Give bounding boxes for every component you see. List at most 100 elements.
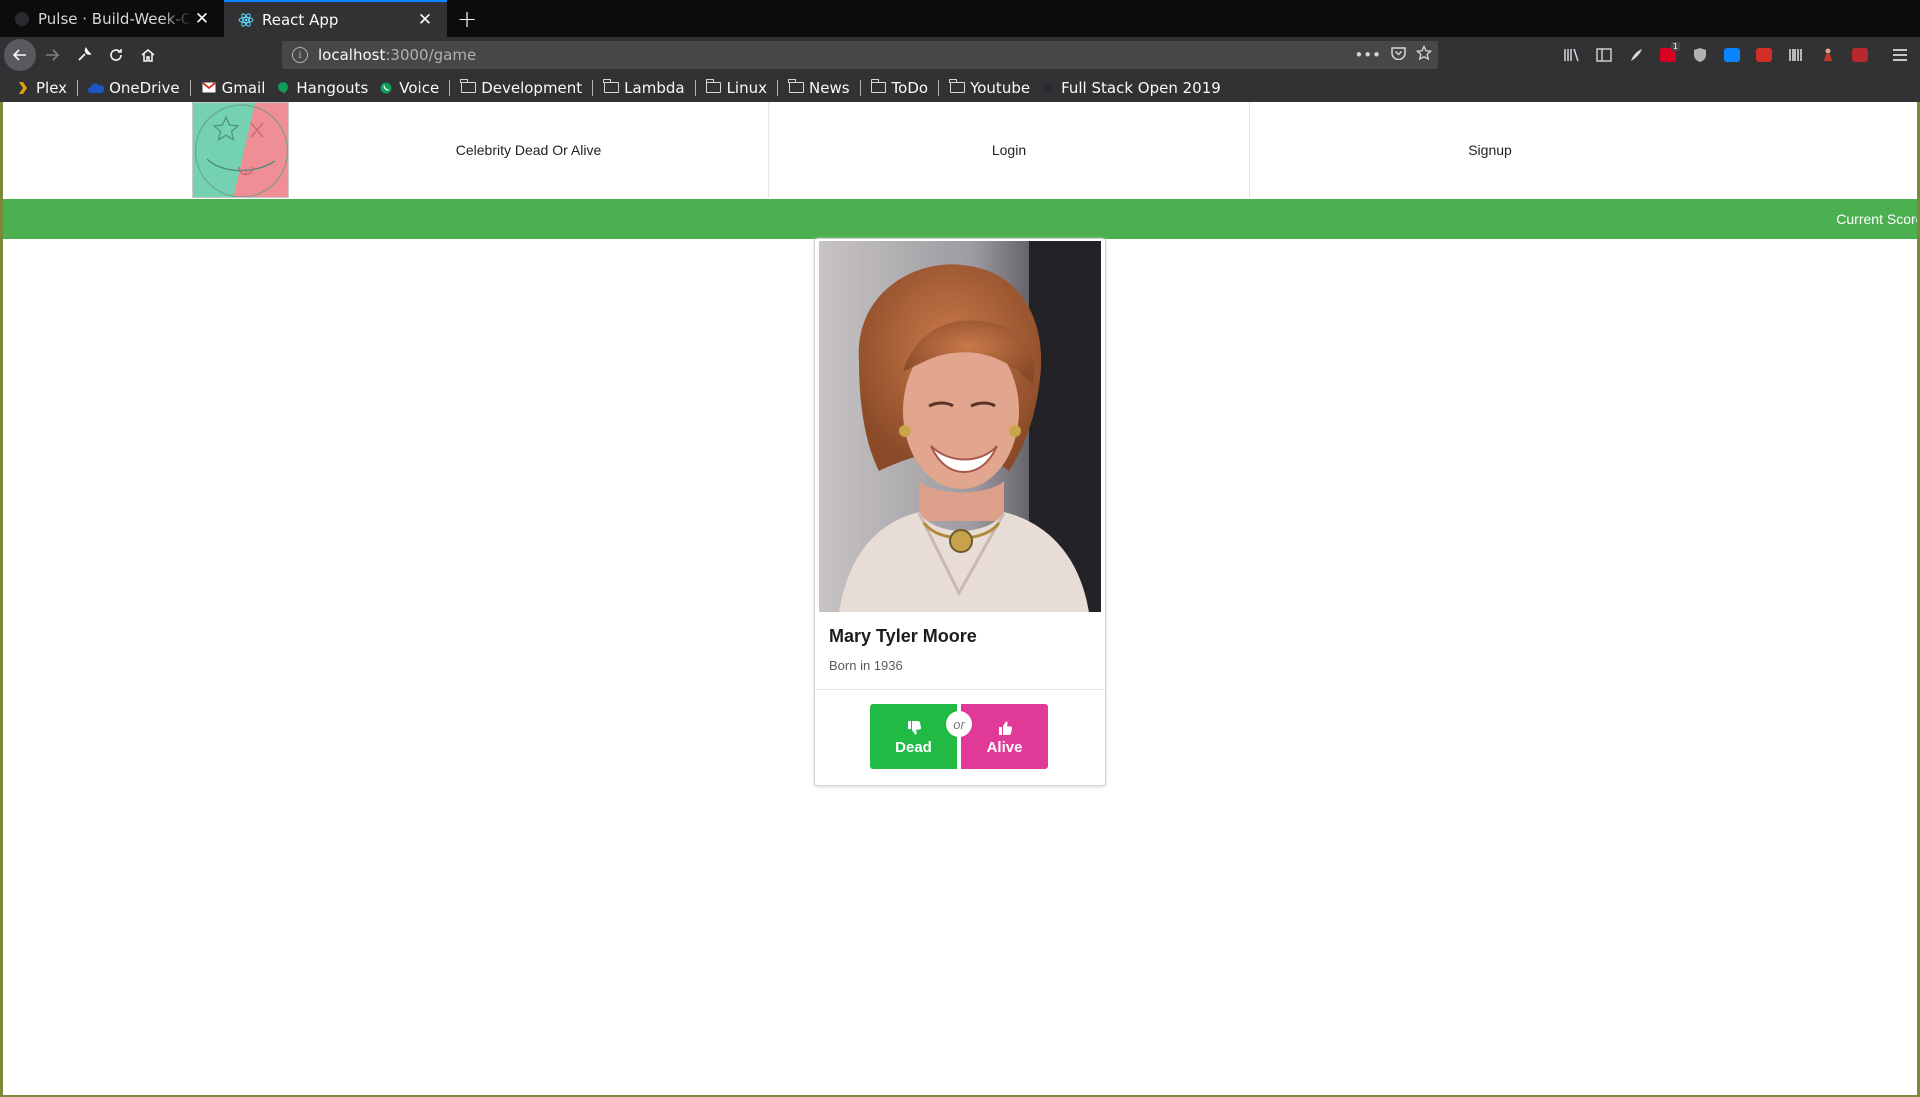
tab-pulse[interactable]: Pulse · Build-Week-Celebrity-Dead-Or-Ali…: [0, 0, 224, 37]
extension-lastpass-icon[interactable]: [1748, 39, 1780, 71]
bookmark-folder-youtube[interactable]: Youtube: [944, 75, 1035, 101]
arrow-left-icon: [12, 49, 26, 61]
celebrity-name: Mary Tyler Moore: [829, 626, 977, 646]
back-button[interactable]: [4, 39, 36, 71]
hamburger-menu-icon[interactable]: [1884, 39, 1916, 71]
folder-icon: [870, 79, 887, 95]
thumbs-up-icon: [998, 720, 1012, 735]
bookmark-folder-news[interactable]: News: [783, 75, 855, 101]
bookmark-folder-development[interactable]: Development: [455, 75, 587, 101]
bookmark-full-stack-open[interactable]: Full Stack Open 2019: [1035, 75, 1226, 101]
url-path: :3000/game: [385, 46, 477, 64]
new-tab-button[interactable]: +: [447, 0, 487, 37]
react-icon: [238, 12, 254, 28]
gmail-icon: [201, 81, 217, 95]
dead-or-alive-face-logo: [193, 103, 288, 197]
alive-button[interactable]: Alive: [961, 704, 1048, 769]
dead-button[interactable]: Dead: [870, 704, 957, 769]
extension-red-icon[interactable]: 1: [1652, 39, 1684, 71]
bookmark-voice[interactable]: Voice: [373, 75, 444, 101]
bookmark-folder-lambda[interactable]: Lambda: [598, 75, 689, 101]
bookmark-label: Voice: [399, 78, 440, 97]
wrench-icon: [78, 47, 92, 61]
thumbs-down-icon: [907, 720, 921, 735]
score-bar: Current Score: 1: [3, 199, 1917, 239]
bookmarks-toolbar: Plex OneDrive Gmail Hangouts Voice Devel…: [0, 73, 1920, 102]
bookmark-separator: [694, 79, 696, 96]
extension-barcode-icon[interactable]: [1780, 39, 1812, 71]
bookmark-label: Development: [481, 78, 583, 97]
page-viewport: Celebrity Dead Or Alive Login Signup Cur…: [3, 102, 1917, 1095]
celebrity-card: Mary Tyler Moore Born in 1936 Dead or Al…: [814, 238, 1106, 786]
extension-feather-icon[interactable]: [1620, 39, 1652, 71]
extension-badge: 1: [1670, 42, 1680, 51]
bookmark-plex[interactable]: Plex: [10, 75, 72, 101]
url-host: localhost: [318, 46, 386, 64]
page-actions-icon[interactable]: •••: [1354, 46, 1381, 64]
tab-strip: Pulse · Build-Week-Celebrity-Dead-Or-Ali…: [0, 0, 1920, 37]
extension-figure-icon[interactable]: [1812, 39, 1844, 71]
guess-buttons: Dead or Alive: [870, 704, 1048, 769]
bookmark-onedrive[interactable]: OneDrive: [83, 75, 185, 101]
bookmark-label: Plex: [36, 78, 68, 97]
menu-item-signup[interactable]: Signup: [1250, 102, 1730, 198]
extension-blue-icon[interactable]: [1716, 39, 1748, 71]
menu-item-title[interactable]: Celebrity Dead Or Alive: [289, 102, 769, 198]
extension-shield-icon[interactable]: [1684, 39, 1716, 71]
bookmark-label: Linux: [726, 78, 767, 97]
navigation-toolbar: i localhost:3000/game ••• 1: [0, 37, 1920, 73]
bookmark-label: Full Stack Open 2019: [1061, 78, 1221, 97]
bookmark-label: Gmail: [221, 78, 266, 97]
bookmark-label: News: [809, 78, 850, 97]
login-link: Login: [991, 142, 1027, 158]
tab-title: Pulse · Build-Week-Celebrity-Dead-Or-Ali…: [38, 9, 192, 28]
sidebar-icon[interactable]: [1588, 39, 1620, 71]
site-title: Celebrity Dead Or Alive: [455, 142, 602, 158]
celebrity-photo: [819, 241, 1101, 612]
signup-link: Signup: [1468, 142, 1512, 158]
reload-icon: [110, 49, 122, 61]
extensions-toolbar: 1: [1556, 37, 1920, 73]
menu-item-login[interactable]: Login: [769, 102, 1250, 198]
bookmark-label: Hangouts: [296, 78, 369, 97]
folder-icon: [460, 79, 476, 95]
info-icon[interactable]: i: [292, 47, 308, 63]
close-icon[interactable]: ✕: [415, 10, 435, 30]
plex-icon: [15, 81, 31, 95]
bookmark-folder-linux[interactable]: Linux: [701, 75, 772, 101]
forward-button[interactable]: [36, 39, 68, 71]
bookmark-separator: [859, 79, 861, 96]
dead-label: Dead: [895, 738, 932, 756]
bookmark-label: ToDo: [891, 78, 929, 97]
card-content: Mary Tyler Moore Born in 1936: [815, 612, 1105, 690]
tab-title: React App: [262, 10, 339, 29]
bookmark-separator: [449, 79, 451, 96]
bookmark-separator: [777, 79, 778, 96]
onedrive-icon: [88, 81, 105, 95]
bookmark-star-icon[interactable]: [1415, 44, 1433, 65]
folder-icon: [788, 79, 804, 95]
reload-button[interactable]: [100, 39, 132, 71]
home-button[interactable]: [132, 39, 164, 71]
folder-icon: [949, 79, 965, 95]
bookmark-separator: [592, 79, 594, 96]
github-icon: [14, 11, 30, 27]
close-icon[interactable]: ✕: [192, 9, 212, 29]
celebrity-portrait-image: [819, 241, 1101, 612]
home-icon: [141, 49, 155, 62]
site-logo[interactable]: [192, 102, 289, 198]
or-divider: or: [946, 711, 972, 737]
celebrity-birth-year: Born in 1936: [829, 658, 903, 673]
address-bar[interactable]: i localhost:3000/game •••: [282, 41, 1438, 69]
bookmark-gmail[interactable]: Gmail: [196, 75, 271, 101]
library-icon[interactable]: [1556, 39, 1588, 71]
voice-icon: [378, 81, 394, 95]
pocket-icon[interactable]: [1391, 46, 1406, 64]
tab-react-app[interactable]: React App ✕: [224, 0, 447, 37]
folder-icon: [705, 79, 722, 95]
bookmark-separator: [77, 79, 79, 96]
extension-ublock-icon[interactable]: [1844, 39, 1876, 71]
bookmark-folder-todo[interactable]: ToDo: [866, 75, 934, 101]
customize-button[interactable]: [68, 39, 100, 71]
bookmark-hangouts[interactable]: Hangouts: [270, 75, 373, 101]
